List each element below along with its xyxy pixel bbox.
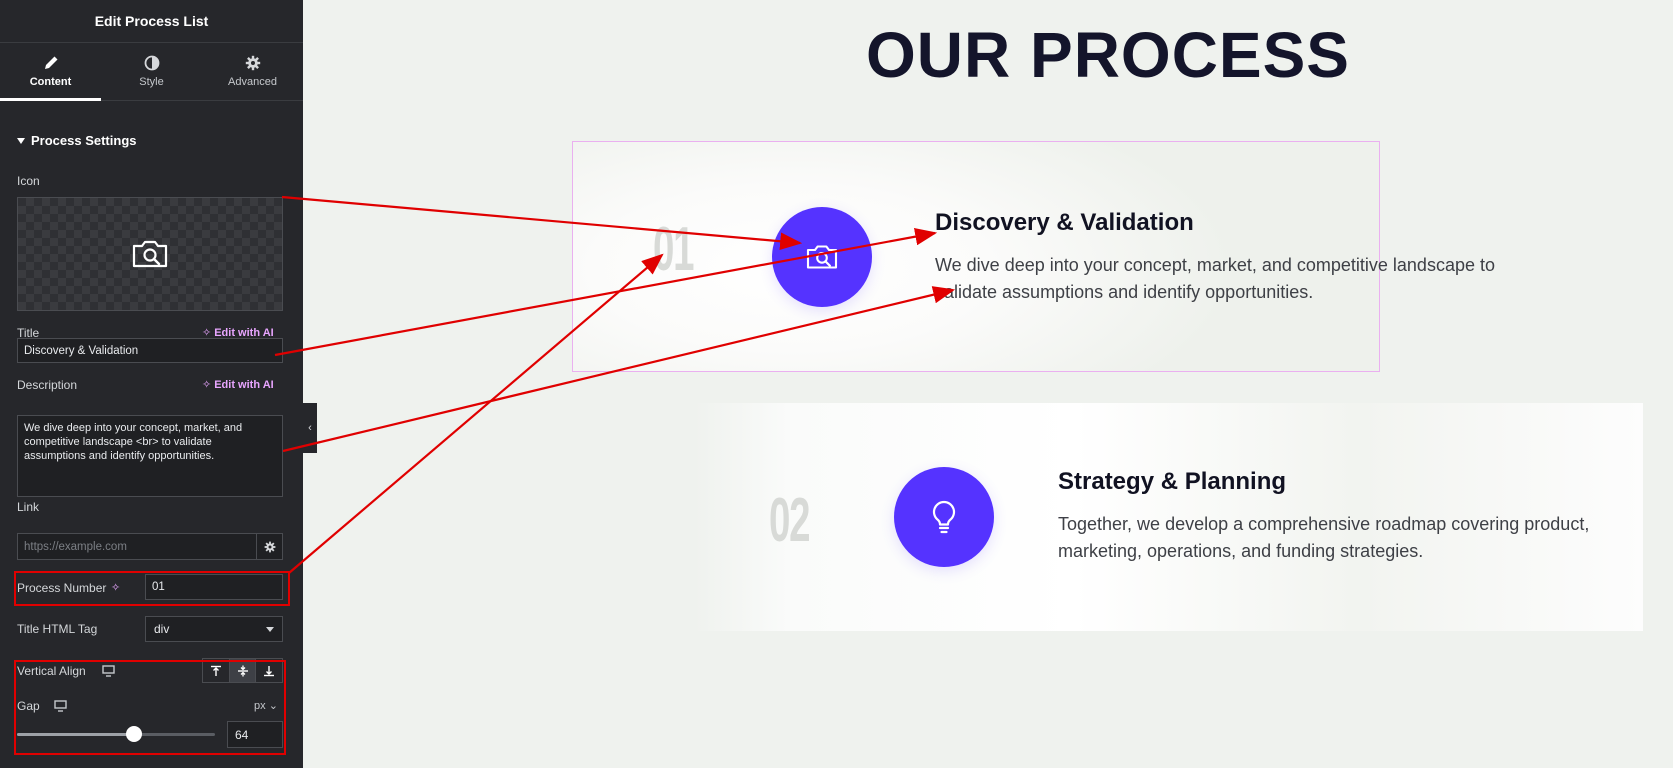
gear-icon bbox=[245, 55, 260, 71]
process-description: We dive deep into your concept, market, … bbox=[935, 255, 1495, 302]
icon-picker[interactable] bbox=[17, 197, 283, 311]
sparkle-icon: ✧ bbox=[202, 379, 212, 391]
process-number: 02 bbox=[769, 486, 811, 555]
tab-advanced[interactable]: Advanced bbox=[202, 43, 303, 100]
collapse-panel-button[interactable]: ‹ bbox=[303, 403, 317, 453]
camera-search-icon bbox=[806, 245, 838, 269]
tab-advanced-label: Advanced bbox=[228, 76, 277, 88]
section-toggle-process-settings[interactable]: Process Settings bbox=[17, 133, 137, 148]
vertical-align-control bbox=[202, 658, 283, 683]
link-label: Link bbox=[17, 500, 40, 514]
align-bottom-button[interactable] bbox=[256, 659, 282, 682]
title-input[interactable]: Discovery & Validation bbox=[17, 338, 283, 363]
edit-with-ai-description[interactable]: ✧ Edit with AI bbox=[202, 378, 274, 392]
page-heading: OUR PROCESS bbox=[866, 19, 1350, 91]
gap-unit-select[interactable]: px ⌄ bbox=[254, 699, 278, 712]
gap-unit: px bbox=[254, 700, 266, 712]
align-top-icon bbox=[210, 665, 221, 676]
process-number-input[interactable]: 01 bbox=[145, 574, 283, 600]
tab-style-label: Style bbox=[139, 76, 164, 88]
align-top-button[interactable] bbox=[203, 659, 230, 682]
chevron-down-icon: ⌄ bbox=[268, 700, 278, 712]
tab-content[interactable]: Content bbox=[0, 43, 101, 101]
half-circle-icon bbox=[144, 55, 159, 71]
gap-label: Gap bbox=[17, 699, 40, 713]
process-card-1[interactable]: 01 Discovery & Validation We dive deep i… bbox=[572, 141, 1495, 372]
process-icon-circle bbox=[894, 467, 994, 567]
edit-with-ai-label: Edit with AI bbox=[214, 326, 274, 339]
process-number-label: Process Number bbox=[17, 581, 107, 595]
panel-title: Edit Process List bbox=[0, 0, 303, 43]
process-title: Discovery & Validation bbox=[935, 209, 1194, 236]
process-description: Together, we develop a comprehensive roa… bbox=[1058, 514, 1590, 561]
desktop-icon bbox=[102, 665, 115, 677]
gap-number-input[interactable]: 64 bbox=[227, 721, 283, 748]
caret-down-icon bbox=[17, 137, 25, 144]
section-title: Process Settings bbox=[31, 133, 137, 148]
dynamic-tags-icon[interactable]: ✧ bbox=[111, 581, 120, 594]
title-html-tag-label: Title HTML Tag bbox=[17, 622, 98, 636]
tab-style[interactable]: Style bbox=[101, 43, 202, 100]
pencil-icon bbox=[44, 56, 57, 69]
chevron-left-icon: ‹ bbox=[308, 422, 312, 434]
gap-slider[interactable] bbox=[17, 726, 215, 742]
vertical-align-label: Vertical Align bbox=[17, 664, 86, 678]
align-middle-icon bbox=[237, 665, 248, 676]
gear-icon bbox=[264, 541, 275, 552]
desktop-icon bbox=[54, 700, 67, 712]
process-card-2[interactable]: 02 Strategy & Planning Together, we deve… bbox=[694, 403, 1643, 631]
process-title: Strategy & Planning bbox=[1058, 468, 1287, 495]
title-html-tag-value: div bbox=[154, 622, 170, 636]
process-number: 01 bbox=[653, 215, 695, 284]
editor-panel: Edit Process List Content Style Advanced… bbox=[0, 0, 303, 768]
link-options-button[interactable] bbox=[256, 533, 283, 560]
camera-search-icon bbox=[132, 240, 168, 268]
link-input[interactable]: https://example.com bbox=[17, 533, 257, 560]
process-icon-circle bbox=[772, 207, 872, 307]
tab-content-label: Content bbox=[29, 76, 72, 88]
edit-with-ai-label: Edit with AI bbox=[214, 378, 274, 391]
title-html-tag-select[interactable]: div bbox=[145, 616, 283, 642]
description-label: Description bbox=[17, 378, 78, 392]
gap-slider-thumb[interactable] bbox=[125, 726, 142, 742]
align-bottom-icon bbox=[264, 665, 275, 676]
gap-slider-fill bbox=[17, 733, 134, 736]
panel-tabs: Content Style Advanced bbox=[0, 43, 303, 101]
chevron-down-icon bbox=[266, 626, 274, 632]
align-middle-button[interactable] bbox=[229, 659, 257, 682]
link-placeholder: https://example.com bbox=[24, 540, 127, 553]
lightbulb-icon bbox=[932, 500, 956, 534]
icon-label: Icon bbox=[17, 174, 40, 188]
description-textarea[interactable]: We dive deep into your concept, market, … bbox=[17, 415, 283, 497]
